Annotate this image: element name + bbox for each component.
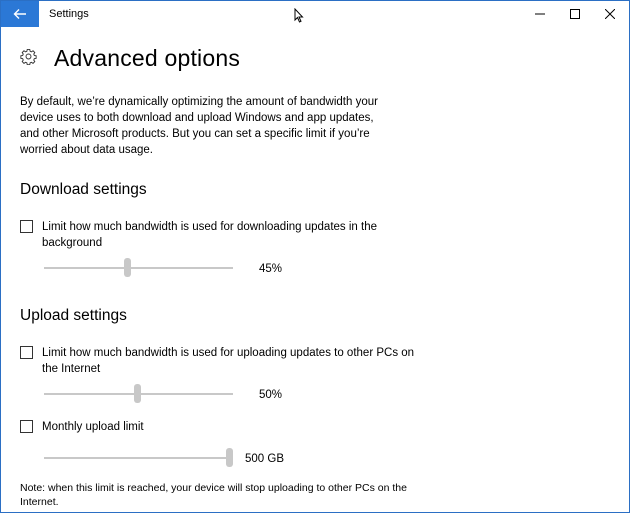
monthly-upload-slider[interactable]: [44, 448, 233, 468]
download-slider-value: 45%: [259, 263, 283, 275]
upload-limit-checkbox[interactable]: [20, 346, 33, 359]
upload-slider-value: 50%: [259, 389, 283, 401]
intro-text: By default, we’re dynamically optimizing…: [20, 96, 378, 156]
slider-thumb[interactable]: [124, 258, 131, 277]
gear-icon: [20, 48, 37, 65]
app-title: Settings: [49, 8, 89, 20]
slider-thumb[interactable]: [134, 384, 141, 403]
upload-limit-label: Limit how much bandwidth is used for upl…: [42, 347, 415, 375]
monthly-upload-checkbox[interactable]: [20, 420, 33, 433]
maximize-icon: [570, 9, 580, 19]
download-limit-label: Limit how much bandwidth is used for dow…: [42, 221, 377, 249]
back-arrow-icon: [13, 9, 26, 19]
slider-track: [44, 457, 233, 459]
slider-thumb[interactable]: [226, 448, 233, 467]
monthly-upload-label: Monthly upload limit: [42, 421, 144, 433]
settings-window: Settings Advanced options By default, we…: [0, 0, 630, 513]
download-limit-checkbox[interactable]: [20, 220, 33, 233]
back-button[interactable]: [1, 1, 39, 27]
page-title: Advanced options: [54, 45, 241, 71]
download-bandwidth-slider[interactable]: [44, 258, 233, 278]
minimize-icon: [535, 13, 545, 15]
close-icon: [605, 9, 615, 19]
slider-track: [44, 267, 233, 269]
upload-settings-heading: Upload settings: [20, 307, 127, 324]
upload-limit-note: Note: when this limit is reached, your d…: [20, 482, 407, 508]
upload-limit-checkbox-row[interactable]: Limit how much bandwidth is used for upl…: [20, 345, 422, 377]
monthly-upload-value: 500 GB: [245, 453, 284, 465]
maximize-button[interactable]: [558, 1, 592, 27]
mouse-cursor-icon: [294, 8, 304, 23]
close-button[interactable]: [593, 1, 627, 27]
monthly-upload-checkbox-row[interactable]: Monthly upload limit: [20, 419, 422, 435]
download-settings-heading: Download settings: [20, 181, 147, 198]
title-bar: Settings: [1, 1, 629, 27]
minimize-button[interactable]: [523, 1, 557, 27]
upload-bandwidth-slider[interactable]: [44, 384, 233, 404]
download-limit-checkbox-row[interactable]: Limit how much bandwidth is used for dow…: [20, 219, 422, 251]
